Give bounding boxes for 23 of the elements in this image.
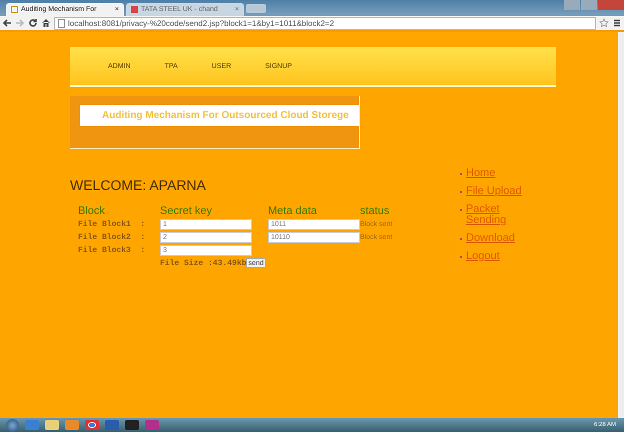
new-tab-button[interactable] bbox=[246, 4, 266, 12]
row-label: File Block3 : bbox=[78, 246, 146, 255]
favicon-icon bbox=[11, 6, 18, 13]
column-header: Block bbox=[78, 205, 106, 217]
row-label: File Block2 : bbox=[78, 233, 146, 242]
file-size-text: File Size :43.49kb bbox=[160, 258, 246, 268]
banner-title: Auditing Mechanism For Outsourced Cloud Storege bbox=[80, 105, 359, 126]
column-header: Secret key bbox=[160, 205, 213, 217]
reload-icon[interactable] bbox=[28, 18, 38, 28]
favicon-icon bbox=[131, 6, 138, 13]
home-icon[interactable] bbox=[41, 18, 51, 28]
column-header: status bbox=[360, 205, 390, 217]
scrollbar[interactable] bbox=[618, 32, 624, 418]
menu-icon[interactable] bbox=[612, 18, 622, 28]
row-label: File Block1 : bbox=[78, 220, 146, 229]
start-button[interactable] bbox=[6, 418, 19, 432]
chrome-icon[interactable] bbox=[85, 420, 99, 430]
close-icon[interactable] bbox=[598, 0, 624, 10]
address-bar[interactable]: localhost:8081/privacy-%20code/send2.jsp?block1=1&by1=1011&block2=2 bbox=[54, 16, 596, 30]
welcome-heading: WELCOME: APARNA bbox=[70, 177, 207, 193]
back-icon[interactable] bbox=[2, 18, 12, 28]
star-icon[interactable] bbox=[599, 18, 609, 28]
column-header: Meta data bbox=[268, 205, 318, 217]
